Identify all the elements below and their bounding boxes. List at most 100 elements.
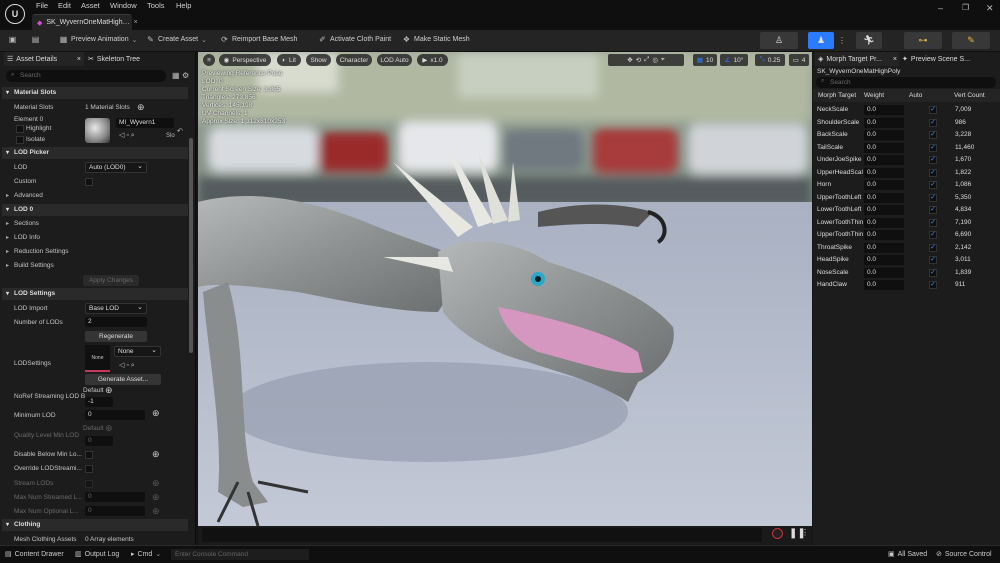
menu-window[interactable]: Window [110,1,137,10]
morph-weight-field[interactable]: 0.0 [864,255,904,265]
menu-file[interactable]: File [36,1,48,10]
console-command-input[interactable]: Enter Console Command [171,549,309,560]
lod-dropdown[interactable]: Auto (LOD0) [85,162,147,173]
expand-advanced-icon[interactable]: ▸ [6,192,9,199]
highlight-checkbox[interactable] [16,125,24,133]
auto-checkbox[interactable]: ✓ [929,106,937,114]
morph-target-row[interactable]: UpperToothLeft 0.0 ✓ 5,350 [816,192,996,205]
auto-checkbox[interactable]: ✓ [929,156,937,164]
auto-checkbox[interactable]: ✓ [929,268,937,277]
add-material-slot-icon[interactable]: ⊕ [137,102,145,113]
morph-target-row[interactable]: HeadSpike 0.0 ✓ 3,011 [816,254,996,267]
morph-weight-field[interactable]: 0.0 [864,267,904,278]
section-lod-picker[interactable]: LOD Picker [2,147,188,159]
unreal-logo-icon[interactable]: U [5,4,25,24]
play-rate-button[interactable]: ▶ x1.0 [417,54,448,66]
morph-target-row[interactable]: UpperHeadScale 0.0 ✓ 1,822 [816,167,996,180]
skeleton-mode-button[interactable]: ♙ [760,32,798,49]
morph-target-row[interactable]: UpperToothThin 0.0 ✓ 6,690 [816,229,996,242]
minimize-icon[interactable]: – [938,3,943,13]
section-clothing[interactable]: Clothing [2,519,188,531]
show-button[interactable]: Show [306,54,331,66]
add-quality-override-icon[interactable]: ⊕ [105,423,113,434]
col-morph-target[interactable]: Morph Target [818,92,856,99]
morph-target-row[interactable]: NoseScale 0.0 ✓ 1,839 [816,267,996,280]
expand-sections-icon[interactable]: ▸ [6,220,9,227]
camera-speed-button[interactable]: ▭ 4 [789,54,809,66]
section-lod0[interactable]: LOD 0 [2,204,188,216]
lod0-build-settings[interactable]: Build Settings [14,262,54,269]
apply-changes-button[interactable]: Apply Changes [83,275,139,286]
section-material-slots[interactable]: Material Slots [2,87,188,99]
morph-weight-field[interactable]: 0.0 [864,280,904,290]
details-scrollbar[interactable] [189,138,193,353]
advanced-label[interactable]: Advanced [14,192,43,199]
material-action-icons[interactable]: ◁ ▫ ⌕ [119,131,135,140]
auto-checkbox[interactable]: ✓ [929,193,937,202]
stream-lods-checkbox[interactable] [85,480,93,488]
tab-morph-target-preview[interactable]: ◈ Morph Target Pr... × [815,52,899,66]
mesh-mode-button[interactable]: ♟ [808,32,834,49]
isolate-checkbox[interactable] [16,136,24,144]
viewport-menu-button[interactable]: ≡ [203,54,215,66]
max-num-optional-field[interactable]: 0 [85,506,145,516]
rotation-snap-button[interactable]: ∠ 10° [720,54,748,66]
morph-target-row[interactable]: LowerToothLeft 0.0 ✓ 4,834 [816,204,996,217]
lod-auto-button[interactable]: LOD Auto [377,54,412,66]
auto-checkbox[interactable]: ✓ [929,231,937,239]
content-drawer-button[interactable]: ▤ Content Drawer [5,550,64,559]
add-disable-override-icon[interactable]: ⊕ [152,449,160,460]
lit-button[interactable]: ◐ Lit [277,54,301,66]
morph-target-row[interactable]: LowerToothThin 0.0 ✓ 7,190 [816,217,996,230]
override-lod-streaming-checkbox[interactable] [85,465,93,473]
disable-below-min-lod-checkbox[interactable] [85,451,93,459]
add-optional-override-icon[interactable]: ⊕ [152,506,160,517]
close-window-icon[interactable]: ✕ [986,3,994,14]
morph-weight-field[interactable]: 0.0 [864,205,904,215]
morph-target-row[interactable]: BackScale 0.0 ✓ 3,228 [816,129,996,142]
preview-animation-button[interactable]: ▦ Preview Animation ⌄ [59,35,138,44]
morph-weight-field[interactable]: 0.0 [864,117,904,128]
more-options-icon[interactable]: ⋮ [838,36,846,45]
add-stream-override-icon[interactable]: ⊕ [152,478,160,489]
menu-tools[interactable]: Tools [147,1,165,10]
more-icon[interactable]: ⋮ [801,528,809,537]
lod-settings-dropdown[interactable]: None [114,346,161,357]
auto-checkbox[interactable]: ✓ [929,256,937,264]
physics-mode-button[interactable]: ✎ [952,32,990,49]
morph-target-row[interactable]: TailScale 0.0 ✓ 11,460 [816,142,996,155]
auto-checkbox[interactable]: ✓ [929,181,937,189]
auto-checkbox[interactable]: ✓ [929,143,937,152]
add-platform-override-icon[interactable]: ⊕ [105,385,113,396]
add-min-lod-override-icon[interactable]: ⊕ [152,408,160,419]
tab-preview-scene-settings[interactable]: ✦ Preview Scene S... [902,52,970,66]
menu-edit[interactable]: Edit [58,1,71,10]
morph-weight-field[interactable]: 0.0 [864,230,904,240]
reset-arrow-icon[interactable]: ↶ [177,127,183,135]
close-tab-icon[interactable]: × [134,19,142,26]
lod0-reduction-settings[interactable]: Reduction Settings [14,248,69,255]
details-search-input[interactable]: Search [6,70,166,82]
all-saved-button[interactable]: ▣ All Saved [888,550,927,559]
minimum-lod-field[interactable]: 0 [85,410,145,420]
expand-reduction-icon[interactable]: ▸ [6,248,9,255]
source-control-button[interactable]: ⊘ Source Control [936,550,992,559]
output-log-button[interactable]: ▥ Output Log [75,550,119,559]
lod0-sections[interactable]: Sections [14,220,39,227]
max-num-streamed-field[interactable]: 0 [85,492,145,502]
morph-weight-field[interactable]: 0.0 [864,242,904,253]
auto-checkbox[interactable]: ✓ [929,118,937,127]
settings-icon[interactable]: ⚙ [182,71,189,80]
create-asset-button[interactable]: ✎ Create Asset ⌄ [146,35,207,44]
generate-asset-button[interactable]: Generate Asset... [85,374,161,385]
material-name-field[interactable]: MI_Wyvern1 [116,118,174,128]
morph-weight-field[interactable]: 0.0 [864,105,904,115]
noref-streaming-field[interactable]: -1 [85,397,113,407]
perspective-button[interactable]: ◉ Perspective [219,54,271,66]
transform-tools-group[interactable]: ✥ ⟲ ⤢ ◎ ⌖ [608,54,684,66]
col-auto[interactable]: Auto [909,92,922,99]
animation-mode-button[interactable]: 🏃︎ [856,32,882,49]
auto-checkbox[interactable]: ✓ [929,218,937,227]
tab-skeleton-tree[interactable]: ✂ Skeleton Tree [88,52,140,66]
make-static-mesh-button[interactable]: ❖ Make Static Mesh [402,35,470,44]
